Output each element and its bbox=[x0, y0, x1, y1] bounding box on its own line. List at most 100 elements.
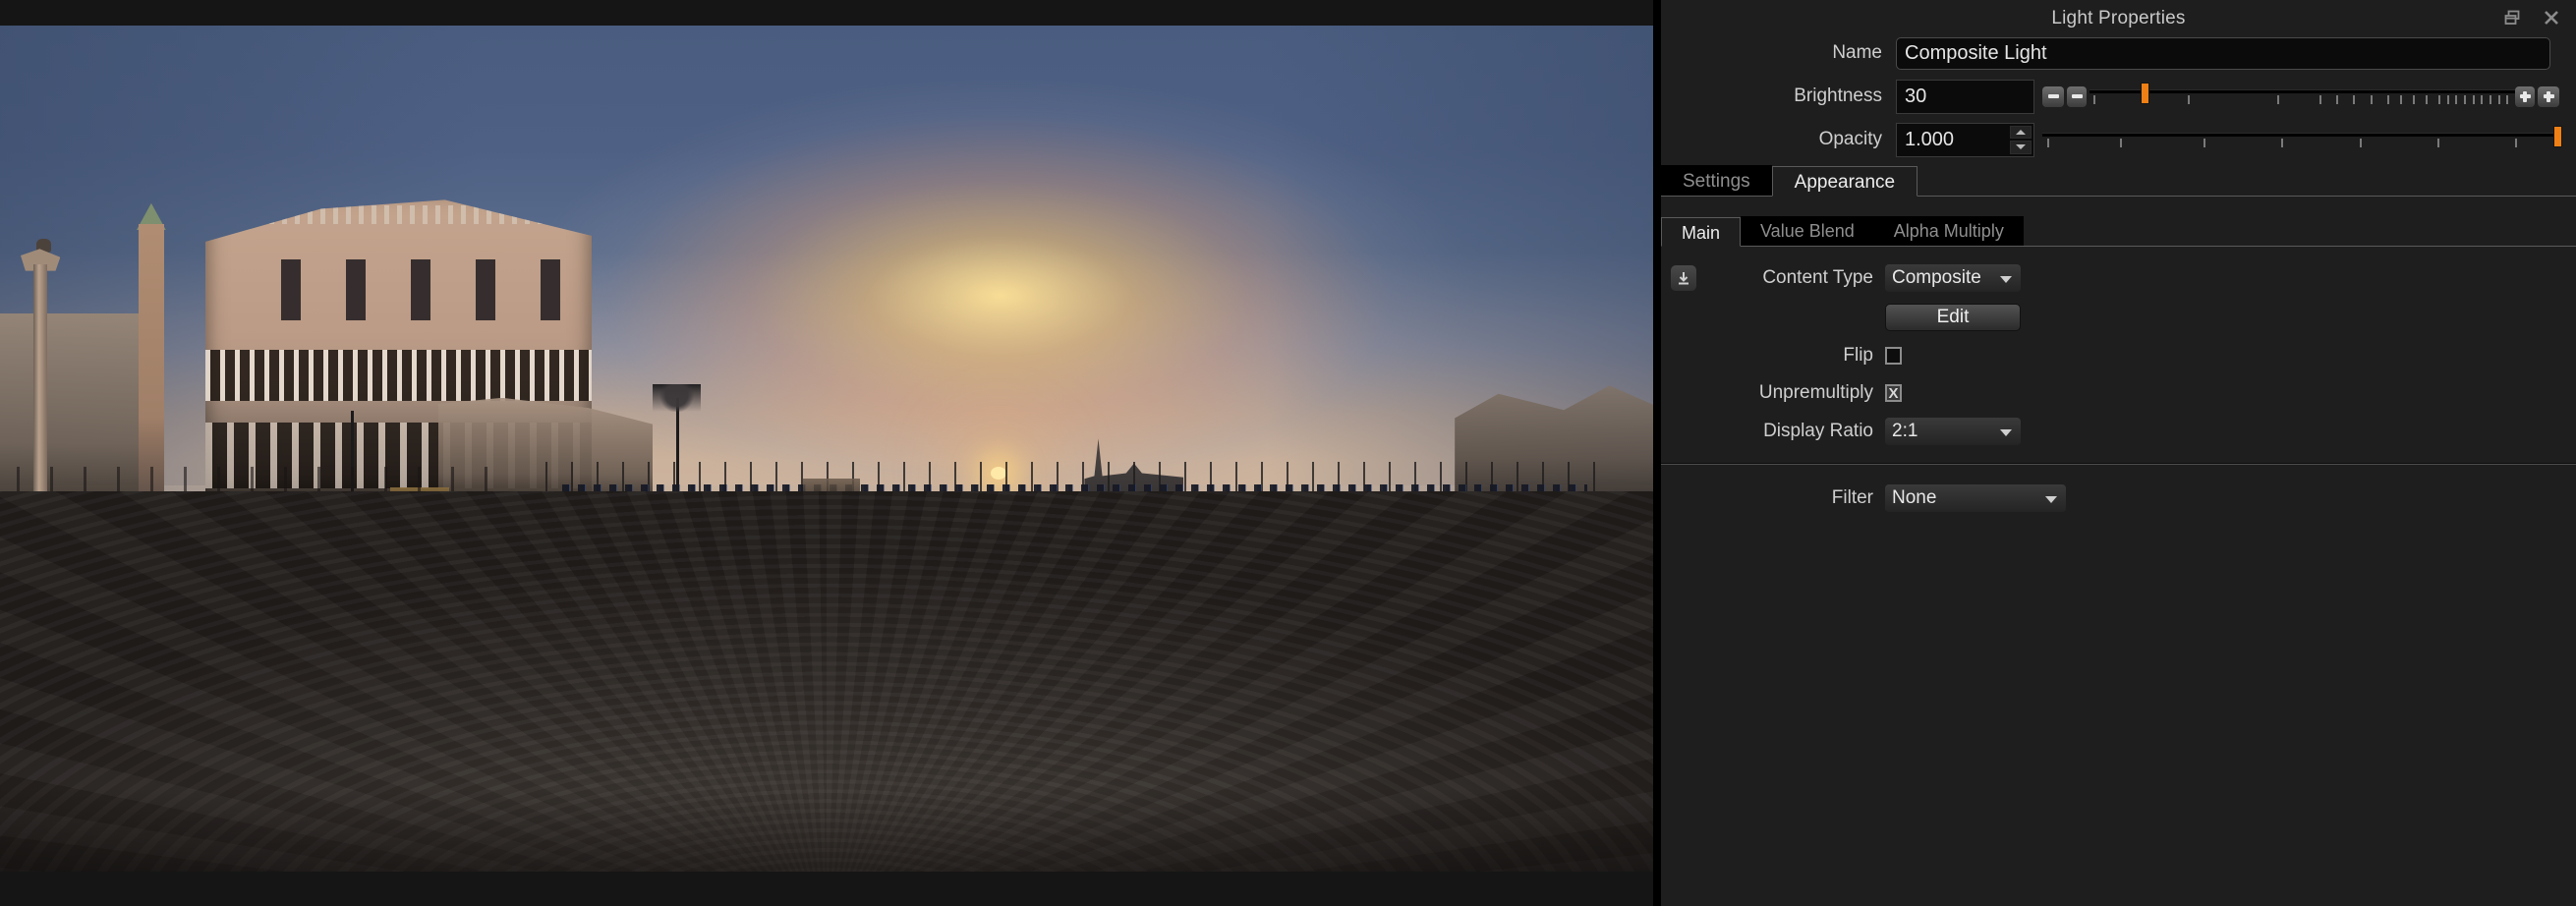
opacity-slider[interactable] bbox=[2042, 122, 2562, 157]
brightness-increase-large-button[interactable] bbox=[2538, 85, 2559, 107]
content-type-select[interactable]: Composite bbox=[1885, 264, 2021, 292]
slider-tick bbox=[2370, 95, 2373, 104]
brightness-decrease-large-button[interactable] bbox=[2042, 85, 2064, 107]
display-ratio-label: Display Ratio bbox=[1763, 421, 1873, 441]
tab-settings[interactable]: Settings bbox=[1661, 165, 1772, 196]
campanile-tower bbox=[139, 224, 164, 500]
opacity-step-up-button[interactable] bbox=[2010, 125, 2032, 139]
name-input[interactable]: Composite Light bbox=[1896, 36, 2550, 70]
panel-splitter[interactable] bbox=[1653, 0, 1661, 906]
brightness-track-area[interactable] bbox=[2089, 79, 2515, 114]
slider-tick bbox=[2490, 95, 2492, 104]
panel-titlebar: Light Properties bbox=[1661, 0, 2576, 35]
slider-tick bbox=[2426, 95, 2429, 104]
tab-appearance[interactable]: Appearance bbox=[1771, 166, 1918, 197]
display-ratio-value: 2:1 bbox=[1892, 421, 1918, 441]
brightness-input[interactable]: 30 bbox=[1896, 79, 2034, 114]
light-fields: Name Composite Light Brightness 30 Opaci… bbox=[1661, 35, 2576, 157]
panel-title-buttons bbox=[2499, 5, 2564, 30]
edit-row: Edit bbox=[1661, 298, 2576, 337]
unpremultiply-check-mark: X bbox=[1888, 384, 1899, 402]
import-content-icon[interactable] bbox=[1671, 265, 1696, 291]
slider-tick bbox=[2353, 95, 2356, 104]
filter-label: Filter bbox=[1831, 487, 1873, 508]
brightness-ticks bbox=[2089, 95, 2515, 104]
brightness-slider[interactable] bbox=[2042, 79, 2562, 114]
slider-tick bbox=[2438, 95, 2441, 104]
slider-tick bbox=[2446, 95, 2449, 104]
slider-tick bbox=[2387, 95, 2390, 104]
chevron-down-icon bbox=[2045, 496, 2057, 503]
unpremultiply-label: Unpremultiply bbox=[1758, 382, 1873, 403]
app-root: Light Properties Name Composite Light Br… bbox=[0, 0, 2576, 906]
unpremultiply-checkbox[interactable]: X bbox=[1885, 384, 1902, 402]
palace-windows bbox=[236, 259, 561, 320]
slider-tick bbox=[2455, 95, 2458, 104]
brightness-row: Brightness 30 bbox=[1661, 79, 2564, 114]
name-row: Name Composite Light bbox=[1661, 35, 2564, 71]
chevron-down-icon bbox=[2000, 429, 2012, 436]
subtab-alpha-multiply[interactable]: Alpha Multiply bbox=[1873, 216, 2024, 246]
slider-tick bbox=[2276, 95, 2279, 104]
filter-value: None bbox=[1892, 487, 1937, 508]
slider-tick bbox=[2464, 95, 2467, 104]
content-type-value: Composite bbox=[1892, 267, 1981, 288]
slider-tick bbox=[2336, 95, 2339, 104]
slider-tick bbox=[2437, 139, 2440, 147]
panel-title: Light Properties bbox=[2051, 8, 2186, 28]
brightness-handle[interactable] bbox=[2141, 83, 2150, 104]
panorama-image[interactable] bbox=[0, 26, 1653, 872]
panorama-viewer[interactable] bbox=[0, 0, 1653, 906]
opacity-track-area[interactable] bbox=[2042, 122, 2562, 157]
primary-tabbar: Settings Appearance bbox=[1661, 165, 2576, 197]
column-st-mark bbox=[32, 263, 47, 497]
edit-button[interactable]: Edit bbox=[1885, 304, 2021, 331]
subtab-main[interactable]: Main bbox=[1661, 217, 1742, 247]
brightness-decrease-small-button[interactable] bbox=[2067, 85, 2087, 107]
content-type-row: Content Type Composite bbox=[1661, 258, 2576, 298]
slider-tick bbox=[2281, 139, 2284, 147]
slider-tick bbox=[2047, 139, 2050, 147]
brightness-track bbox=[2089, 89, 2515, 93]
chevron-down-icon bbox=[2000, 276, 2012, 283]
subtab-value-blend[interactable]: Value Blend bbox=[1741, 216, 1874, 246]
slider-tick bbox=[2120, 139, 2123, 147]
lamppost-lanterns bbox=[653, 384, 702, 412]
palace-upper-loggia bbox=[204, 350, 593, 402]
opacity-label: Opacity bbox=[1818, 129, 1882, 149]
brightness-label: Brightness bbox=[1794, 85, 1882, 106]
opacity-handle[interactable] bbox=[2552, 126, 2562, 147]
opacity-input[interactable]: 1.000 bbox=[1896, 122, 2034, 157]
name-label: Name bbox=[1832, 42, 1882, 63]
lamppost-center bbox=[675, 397, 679, 504]
filter-select[interactable]: None bbox=[1885, 484, 2066, 512]
section-divider bbox=[1661, 463, 2576, 465]
opacity-ticks bbox=[2042, 139, 2562, 147]
opacity-stepper[interactable] bbox=[2010, 125, 2032, 154]
slider-tick bbox=[2472, 95, 2475, 104]
slider-tick bbox=[2506, 95, 2509, 104]
pavement-vignette bbox=[0, 787, 1653, 872]
filter-row: Filter None bbox=[1661, 479, 2576, 518]
display-ratio-select[interactable]: 2:1 bbox=[1885, 418, 2021, 445]
flip-row: Flip bbox=[1661, 337, 2576, 374]
piazza-pavement bbox=[0, 490, 1653, 872]
flip-checkbox[interactable] bbox=[1885, 347, 1902, 365]
undock-icon[interactable] bbox=[2499, 5, 2525, 30]
slider-tick bbox=[2318, 95, 2321, 104]
slider-tick bbox=[2187, 95, 2190, 104]
flip-label: Flip bbox=[1843, 345, 1873, 366]
light-properties-panel: Light Properties Name Composite Light Br… bbox=[1661, 0, 2576, 906]
brightness-increase-small-button[interactable] bbox=[2515, 85, 2535, 107]
opacity-track bbox=[2042, 133, 2562, 137]
secondary-tabbar: Main Value Blend Alpha Multiply bbox=[1661, 216, 2576, 247]
display-ratio-row: Display Ratio 2:1 bbox=[1661, 412, 2576, 451]
slider-tick bbox=[2481, 95, 2484, 104]
close-icon[interactable] bbox=[2539, 5, 2564, 30]
unpremultiply-row: Unpremultiply X bbox=[1661, 374, 2576, 412]
slider-tick bbox=[2093, 95, 2096, 104]
opacity-step-down-button[interactable] bbox=[2010, 141, 2032, 154]
slider-tick bbox=[2400, 95, 2403, 104]
slider-tick bbox=[2413, 95, 2416, 104]
slider-tick bbox=[2203, 139, 2205, 147]
